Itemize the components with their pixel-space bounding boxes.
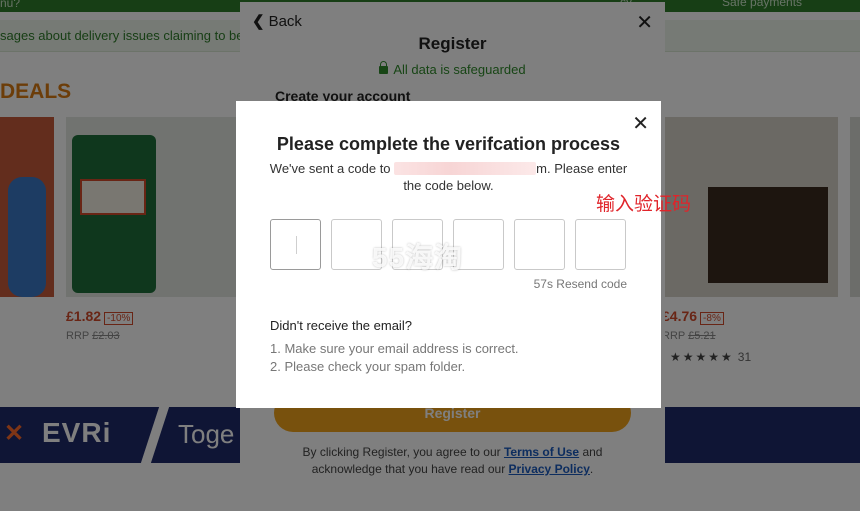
verification-title: Please complete the verifcation process	[276, 134, 621, 154]
annotation-text: 输入验证码	[596, 194, 692, 215]
help-heading: Didn't receive the email?	[270, 318, 412, 333]
code-digit-input[interactable]	[575, 219, 626, 270]
code-digit-input[interactable]	[270, 219, 321, 270]
watermark: 55海淘	[372, 242, 464, 273]
resend-code-timer[interactable]: 57s Resend code	[534, 277, 627, 291]
help-tip: 1. Make sure your email address is corre…	[270, 341, 519, 356]
masked-email	[394, 162, 537, 175]
close-icon[interactable]: ✕	[632, 111, 649, 136]
code-digit-input[interactable]	[514, 219, 565, 270]
code-sent-message: We've sent a code to m. Please enter the…	[269, 161, 628, 193]
help-tip: 2. Please check your spam folder.	[270, 359, 466, 374]
